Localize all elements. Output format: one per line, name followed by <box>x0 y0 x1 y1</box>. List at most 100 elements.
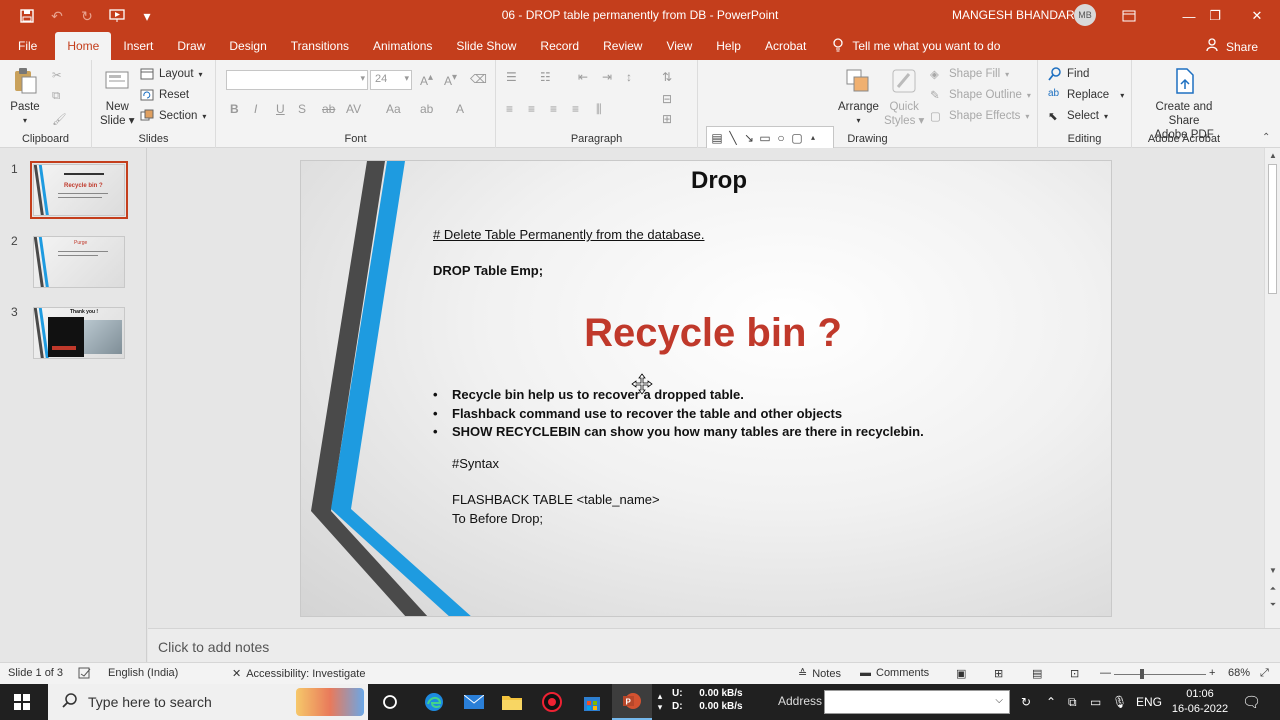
underline-icon[interactable]: U <box>276 102 285 116</box>
bullet-3[interactable]: • SHOW RECYCLEBIN can show you how many … <box>433 424 924 439</box>
shape-fill-button[interactable]: ◈ Shape Fill ▾ <box>930 67 1009 81</box>
zoom-slider-thumb[interactable] <box>1140 669 1144 679</box>
character-spacing-icon[interactable]: AV <box>346 102 361 116</box>
notes-button[interactable]: ≙ Notes <box>798 667 841 681</box>
create-share-pdf-button[interactable]: Create and Share Adobe PDF <box>1140 66 1228 142</box>
notes-pane[interactable]: Click to add notes <box>148 628 1280 662</box>
line-spacing-icon[interactable]: ↕ <box>626 70 632 84</box>
font-color-icon[interactable]: A <box>456 102 464 116</box>
edge-icon[interactable] <box>414 684 454 720</box>
scroll-up-icon[interactable]: ▲ <box>1265 151 1280 160</box>
ribbon-display-options-icon[interactable] <box>1106 0 1152 32</box>
tab-transitions[interactable]: Transitions <box>279 32 361 60</box>
syntax-line-2[interactable]: To Before Drop; <box>452 511 543 526</box>
collapse-ribbon-icon[interactable]: ⌃ <box>1262 132 1270 143</box>
shadow-icon[interactable]: S <box>298 102 306 116</box>
zoom-level[interactable]: 68% <box>1228 667 1250 679</box>
tab-view[interactable]: View <box>654 32 704 60</box>
zoom-out-icon[interactable]: — <box>1100 667 1111 679</box>
tab-animations[interactable]: Animations <box>361 32 444 60</box>
undo-icon[interactable]: ↶ <box>44 4 70 28</box>
user-name[interactable]: MANGESH BHANDARI <box>952 8 1078 22</box>
slide-subtitle[interactable]: # Delete Table Permanently from the data… <box>433 227 704 242</box>
taskbar-clock[interactable]: 01:06 16-06-2022 <box>1168 687 1232 717</box>
slide-command[interactable]: DROP Table Emp; <box>433 263 543 278</box>
windows-start-icon[interactable] <box>2 684 42 720</box>
copy-icon[interactable]: ⧉ <box>52 90 60 103</box>
comments-button[interactable]: ▬ Comments <box>860 667 929 679</box>
start-from-beginning-icon[interactable] <box>104 4 130 28</box>
strikethrough-icon[interactable]: ab <box>322 102 335 116</box>
decrease-indent-icon[interactable]: ⇤ <box>578 70 588 84</box>
taskbar-search-box[interactable]: Type here to search <box>48 684 368 720</box>
spell-check-icon[interactable] <box>78 667 92 679</box>
shape-outline-button[interactable]: ✎ Shape Outline ▾ <box>930 88 1031 102</box>
store-icon[interactable] <box>572 684 612 720</box>
bold-icon[interactable]: B <box>230 102 239 116</box>
find-button[interactable]: Find <box>1048 67 1089 81</box>
file-explorer-icon[interactable] <box>492 684 532 720</box>
paste-button[interactable]: Paste ▾ <box>10 66 40 128</box>
battery-icon[interactable]: ▭ <box>1090 684 1101 720</box>
tab-insert[interactable]: Insert <box>111 32 165 60</box>
scroll-down-icon[interactable]: ▼ <box>1265 566 1280 575</box>
redo-icon[interactable]: ↻ <box>74 4 100 28</box>
shape-effects-button[interactable]: ▢ Shape Effects ▾ <box>930 109 1029 123</box>
tray-chevron-icon[interactable]: ⌃ <box>1046 684 1056 720</box>
slide-thumbnail-1[interactable]: Recycle bin ? <box>30 161 128 219</box>
slide-title[interactable]: Drop <box>301 167 1111 195</box>
reading-view-icon[interactable]: ▤ <box>1032 667 1042 680</box>
slide-heading[interactable]: Recycle bin ? <box>301 311 1111 356</box>
justify-icon[interactable]: ≡ <box>572 102 579 116</box>
highlight-icon[interactable]: ab <box>420 102 433 116</box>
syntax-label[interactable]: #Syntax <box>452 456 499 471</box>
powerpoint-taskbar-icon[interactable]: P <box>612 684 652 720</box>
zoom-slider[interactable] <box>1114 674 1206 675</box>
save-icon[interactable] <box>14 4 40 28</box>
align-right-icon[interactable]: ≡ <box>550 102 557 116</box>
zoom-in-icon[interactable]: + <box>1209 667 1215 679</box>
replace-button[interactable]: ab Replace ▾ <box>1048 88 1124 102</box>
bullets-icon[interactable]: ☰ <box>506 70 517 84</box>
tab-design[interactable]: Design <box>217 32 278 60</box>
notifications-icon[interactable]: 🗨 <box>1242 684 1261 720</box>
taskbar-language[interactable]: ENG <box>1136 684 1162 720</box>
section-button[interactable]: Section ▾ <box>140 109 206 123</box>
avatar[interactable]: MB <box>1074 4 1096 26</box>
smartart-icon[interactable]: ⊞ <box>662 112 672 126</box>
align-center-icon[interactable]: ≡ <box>528 102 535 116</box>
slide-thumbnail-3[interactable]: Thank you ! <box>33 307 125 359</box>
quick-styles-button[interactable]: Quick Styles ▾ <box>884 66 924 128</box>
taskbar-scroll-icon[interactable]: ▴ ▾ <box>650 684 670 720</box>
previous-slide-icon[interactable]: ⏶ <box>1265 584 1280 594</box>
next-slide-icon[interactable]: ⏷ <box>1265 600 1280 610</box>
vertical-scrollbar[interactable]: ▲ ▼ ⏶ ⏷ <box>1264 148 1280 628</box>
scroll-thumb[interactable] <box>1268 164 1277 294</box>
fit-slide-icon[interactable]: ⤢ <box>1260 667 1269 680</box>
numbering-icon[interactable]: ☷ <box>540 70 551 84</box>
cut-icon[interactable]: ✂ <box>52 68 62 82</box>
syntax-line-1[interactable]: FLASHBACK TABLE <table_name> <box>452 492 660 507</box>
close-icon[interactable]: ✕ <box>1234 0 1280 32</box>
accessibility-status[interactable]: ✕ Accessibility: Investigate <box>232 667 365 681</box>
clear-formatting-icon[interactable]: ⌫ <box>470 72 487 86</box>
language-status[interactable]: English (India) <box>108 667 178 679</box>
decrease-font-icon[interactable]: A▾ <box>444 72 457 88</box>
tab-help[interactable]: Help <box>704 32 753 60</box>
tab-home[interactable]: Home <box>55 32 112 60</box>
layout-button[interactable]: Layout ▾ <box>140 67 203 81</box>
increase-indent-icon[interactable]: ⇥ <box>602 70 612 84</box>
italic-icon[interactable]: I <box>254 102 257 116</box>
restore-icon[interactable]: ❐ <box>1192 0 1238 32</box>
tab-slide-show[interactable]: Slide Show <box>444 32 528 60</box>
tab-record[interactable]: Record <box>528 32 591 60</box>
new-slide-button[interactable]: New Slide ▾ <box>100 66 135 128</box>
select-button[interactable]: ⬉ Select ▾ <box>1048 109 1108 123</box>
customize-qat-icon[interactable]: ▾ <box>134 4 160 28</box>
address-dropdown-icon[interactable]: ⌵ <box>995 695 1003 706</box>
text-direction-icon[interactable]: ⇅ <box>662 70 672 84</box>
columns-icon[interactable]: ⫼ <box>596 102 602 117</box>
slide-sorter-icon[interactable]: ⊞ <box>994 667 1003 680</box>
tell-me-box[interactable]: Tell me what you want to do <box>832 32 1000 60</box>
refresh-icon[interactable]: ↻ <box>1016 684 1036 720</box>
